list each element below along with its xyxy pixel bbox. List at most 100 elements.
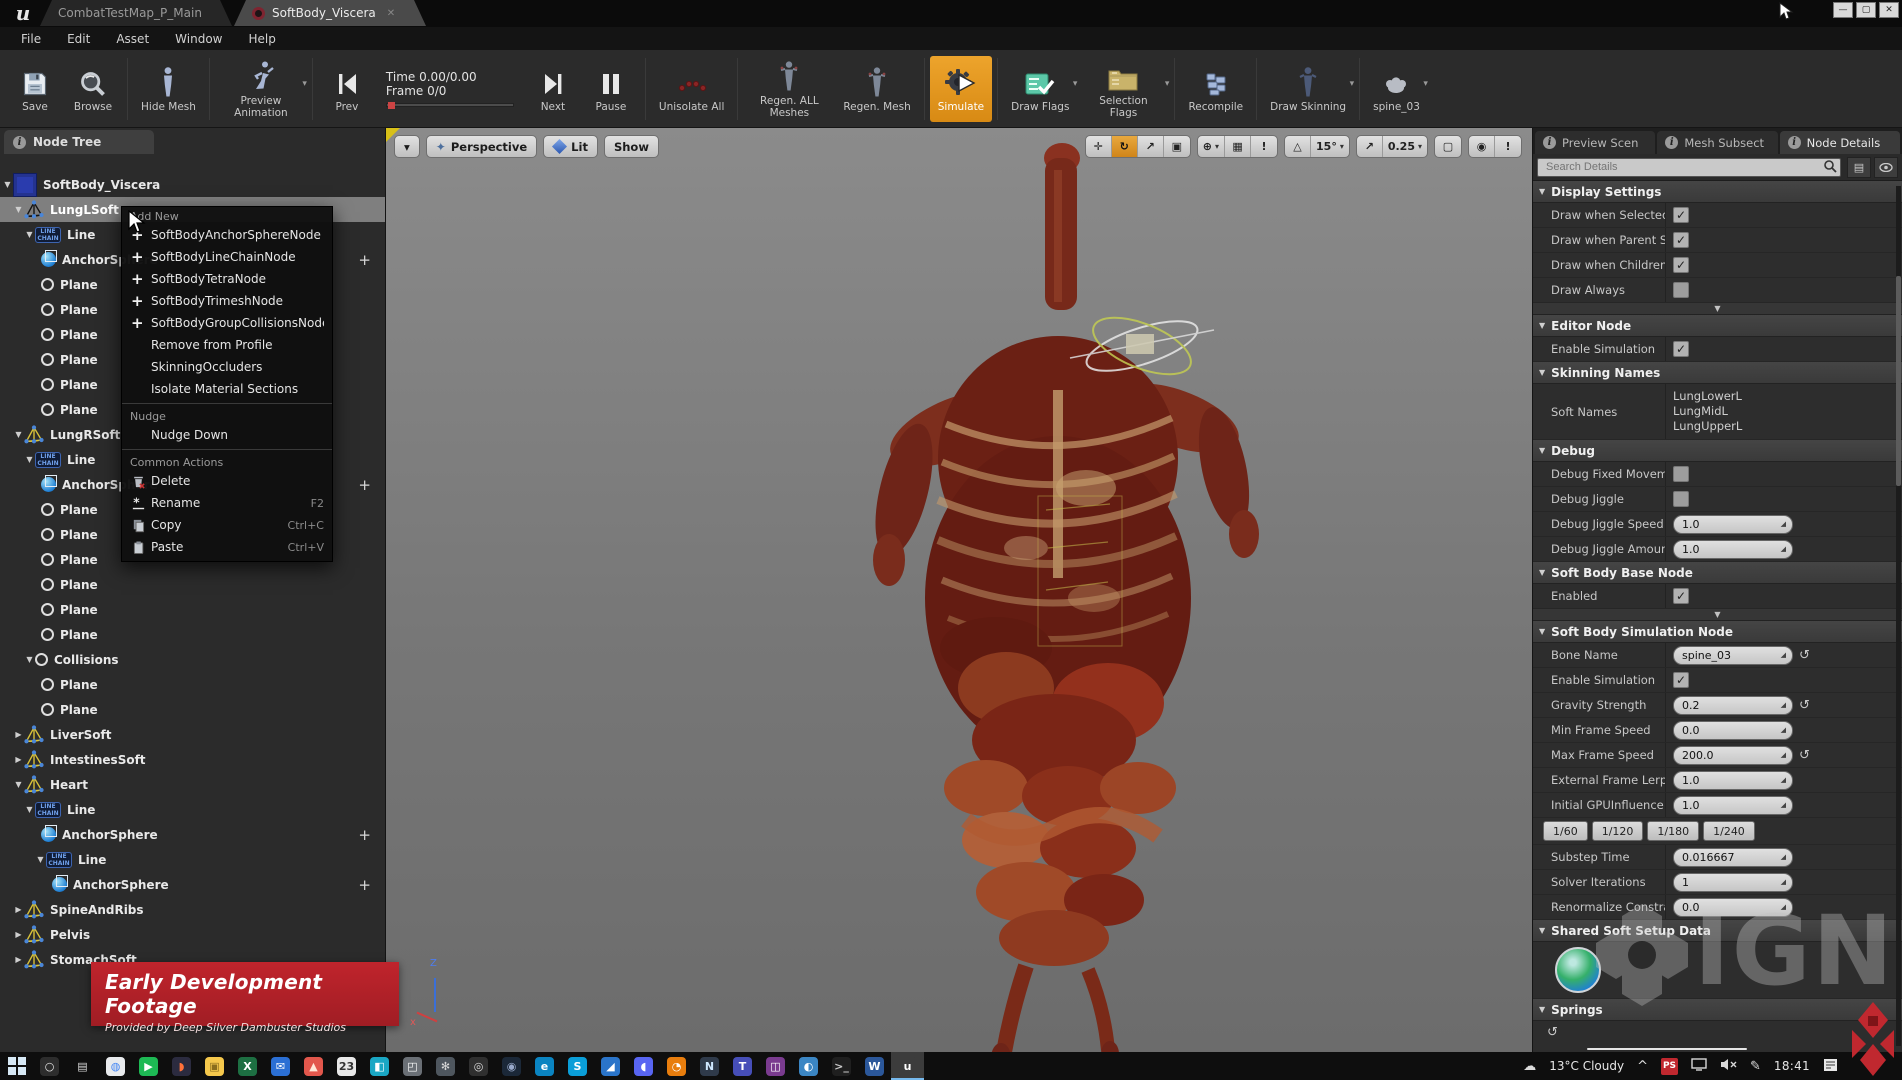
drag-handle-icon[interactable]: ◢ bbox=[1781, 751, 1786, 759]
tree-expander-icon[interactable]: ▼ bbox=[24, 655, 35, 664]
perspective-button[interactable]: ✦Perspective bbox=[426, 135, 537, 158]
close-button[interactable]: ✕ bbox=[1879, 2, 1899, 18]
camera-speed-button[interactable]: ◉ bbox=[1469, 136, 1495, 157]
next-button[interactable]: Next bbox=[524, 53, 582, 125]
draw-skinning-button[interactable]: ▾Draw Skinning bbox=[1262, 53, 1354, 125]
calendar-icon[interactable]: 23 bbox=[330, 1052, 363, 1080]
drag-handle-icon[interactable]: ◢ bbox=[1781, 545, 1786, 553]
steam-icon[interactable]: ◉ bbox=[495, 1052, 528, 1080]
tree-expander-icon[interactable]: ▼ bbox=[24, 230, 35, 239]
menu-item-softbodygroupcollisionsnode[interactable]: +SoftBodyGroupCollisionsNode bbox=[122, 312, 332, 334]
drag-handle-icon[interactable]: ◢ bbox=[1781, 726, 1786, 734]
display-tray-icon[interactable] bbox=[1691, 1058, 1707, 1074]
draw-flags-button[interactable]: ▾Draw Flags bbox=[1003, 53, 1077, 125]
tab-mesh-subsect[interactable]: iMesh Subsect bbox=[1657, 131, 1777, 154]
obs-icon[interactable]: ◎ bbox=[462, 1052, 495, 1080]
flame-icon[interactable]: ▲ bbox=[297, 1052, 330, 1080]
section-header-display-settings[interactable]: ▼Display Settings bbox=[1533, 181, 1902, 203]
tab-node-details[interactable]: iNode Details bbox=[1780, 131, 1900, 154]
tree-row-pelvis[interactable]: ▶Pelvis bbox=[0, 922, 385, 947]
chrome-icon[interactable]: ◍ bbox=[99, 1052, 132, 1080]
prev-button[interactable]: Prev bbox=[318, 53, 376, 125]
preset-1-60[interactable]: 1/60 bbox=[1543, 821, 1588, 841]
menu-item-softbodytetranode[interactable]: +SoftBodyTetraNode bbox=[122, 268, 332, 290]
node-tree-tab[interactable]: i Node Tree bbox=[4, 130, 154, 154]
preset-1-120[interactable]: 1/120 bbox=[1592, 821, 1644, 841]
clock[interactable]: 18:41 bbox=[1774, 1059, 1810, 1073]
tree-expander-icon[interactable]: ▼ bbox=[24, 455, 35, 464]
details-scrollbar[interactable] bbox=[1896, 186, 1901, 1046]
unisolate-all-button[interactable]: Unisolate All bbox=[651, 53, 732, 125]
tree-row-plane[interactable]: Plane bbox=[0, 622, 385, 647]
menu-item-paste[interactable]: PasteCtrl+V bbox=[122, 536, 332, 558]
regen-all-meshes-button[interactable]: Regen. ALL Meshes bbox=[743, 53, 835, 125]
asset-tab-1[interactable]: CombatTestMap_P_Main bbox=[40, 0, 232, 26]
preview-animation-button[interactable]: ▾Preview Animation bbox=[215, 53, 307, 125]
section-expand-button[interactable]: ▼ bbox=[1533, 303, 1902, 315]
tree-row-intestinessoft[interactable]: ▶IntestinesSoft bbox=[0, 747, 385, 772]
task-view-icon[interactable]: ▤ bbox=[66, 1052, 99, 1080]
tree-expander-icon[interactable]: ▶ bbox=[13, 730, 24, 739]
tree-expander-icon[interactable]: ▼ bbox=[13, 430, 24, 439]
discord-icon[interactable]: ◖ bbox=[627, 1052, 660, 1080]
start-button[interactable] bbox=[0, 1052, 33, 1080]
tree-row-line[interactable]: ▼LINECHAINLine bbox=[0, 797, 385, 822]
section-header-soft-body-simulation-node[interactable]: ▼Soft Body Simulation Node bbox=[1533, 621, 1902, 643]
grid-snap-value[interactable]: ! bbox=[1251, 136, 1277, 157]
browse-button[interactable]: Browse bbox=[64, 53, 122, 125]
tree-row-plane[interactable]: Plane bbox=[0, 572, 385, 597]
drag-handle-icon[interactable]: ◢ bbox=[1781, 520, 1786, 528]
add-child-icon[interactable]: + bbox=[358, 476, 371, 494]
value-input[interactable]: 0.2◢ bbox=[1673, 696, 1793, 715]
preset-1-240[interactable]: 1/240 bbox=[1703, 821, 1755, 841]
paint-icon[interactable]: ◐ bbox=[792, 1052, 825, 1080]
volume-muted-icon[interactable] bbox=[1720, 1058, 1737, 1074]
tree-row-spineandribs[interactable]: ▶SpineAndRibs bbox=[0, 897, 385, 922]
media-player-icon[interactable]: ▶ bbox=[132, 1052, 165, 1080]
tree-row-liversoft[interactable]: ▶LiverSoft bbox=[0, 722, 385, 747]
drag-handle-icon[interactable]: ◢ bbox=[1781, 878, 1786, 886]
playstation-tray-icon[interactable]: PS bbox=[1661, 1058, 1678, 1075]
grid-snap-toggle[interactable]: ▦ bbox=[1225, 136, 1251, 157]
tree-expander-icon[interactable]: ▼ bbox=[24, 805, 35, 814]
surface-snap-toggle[interactable]: ⊕▾ bbox=[1198, 136, 1225, 157]
chevron-down-icon[interactable]: ▾ bbox=[1423, 79, 1428, 89]
teams-icon[interactable]: T bbox=[726, 1052, 759, 1080]
value-input[interactable]: 1.0◢ bbox=[1673, 540, 1793, 559]
section-header-editor-node[interactable]: ▼Editor Node bbox=[1533, 315, 1902, 337]
tab-preview-scen[interactable]: iPreview Scen bbox=[1535, 131, 1655, 154]
scale-snap-value[interactable]: 0.25▾ bbox=[1383, 136, 1427, 157]
translate-tool[interactable]: ✛ bbox=[1086, 136, 1112, 157]
section-expand-button[interactable]: ▼ bbox=[1533, 609, 1902, 621]
value-input[interactable]: 0.0◢ bbox=[1673, 898, 1793, 917]
menu-item-copy[interactable]: CopyCtrl+C bbox=[122, 514, 332, 536]
tree-row-plane[interactable]: Plane bbox=[0, 697, 385, 722]
firefox-icon[interactable]: ◗ bbox=[165, 1052, 198, 1080]
add-child-icon[interactable]: + bbox=[358, 826, 371, 844]
drag-handle-icon[interactable]: ◢ bbox=[1781, 776, 1786, 784]
drag-handle-icon[interactable]: ◢ bbox=[1781, 651, 1786, 659]
save-button[interactable]: Save bbox=[6, 53, 64, 125]
display-filter-button[interactable]: ▤ bbox=[1847, 157, 1871, 178]
tree-row-plane[interactable]: Plane bbox=[0, 672, 385, 697]
file-explorer-icon[interactable]: ▣ bbox=[198, 1052, 231, 1080]
pen-tray-icon[interactable]: ✎ bbox=[1750, 1059, 1761, 1074]
drag-handle-icon[interactable]: ◢ bbox=[1781, 701, 1786, 709]
maximize-viewport-button[interactable]: ▢ bbox=[1435, 136, 1461, 157]
weather-text[interactable]: 13°C Cloudy bbox=[1549, 1059, 1624, 1073]
timeline-scrubber[interactable] bbox=[386, 103, 514, 107]
value-input[interactable]: 1.0◢ bbox=[1673, 796, 1793, 815]
tree-expander-icon[interactable]: ▶ bbox=[13, 930, 24, 939]
menu-item-remove-from-profile[interactable]: Remove from Profile bbox=[122, 334, 332, 356]
spine-03-button[interactable]: ▾spine_03 bbox=[1365, 53, 1428, 125]
add-child-icon[interactable]: + bbox=[358, 251, 371, 269]
viewport-options-button[interactable]: ▾ bbox=[394, 135, 420, 158]
camera-speed-value[interactable]: ! bbox=[1495, 136, 1521, 157]
tree-row-collisions[interactable]: ▼Collisions bbox=[0, 647, 385, 672]
menu-item-softbodytrimeshnode[interactable]: +SoftBodyTrimeshNode bbox=[122, 290, 332, 312]
value-input[interactable]: spine_03◢ bbox=[1673, 646, 1793, 665]
menu-item-delete[interactable]: Delete bbox=[122, 470, 332, 492]
checkbox[interactable] bbox=[1673, 466, 1689, 482]
onenote-icon[interactable]: ◫ bbox=[759, 1052, 792, 1080]
mail-icon[interactable]: ✉ bbox=[264, 1052, 297, 1080]
